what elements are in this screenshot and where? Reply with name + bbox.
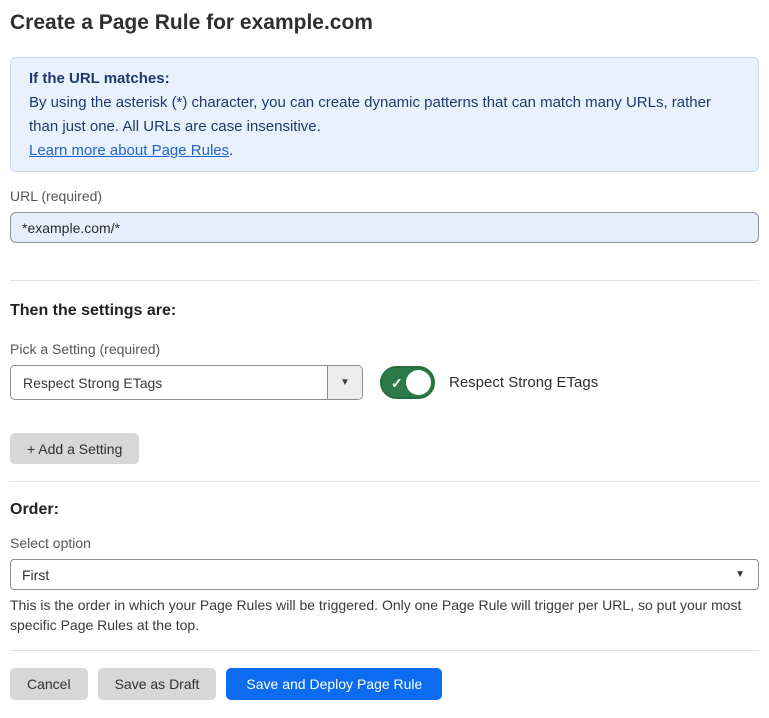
chevron-down-icon: ▼ [735,569,758,580]
order-select[interactable]: First ▼ [10,559,759,590]
url-field-label: URL (required) [10,188,759,205]
chevron-down-icon[interactable]: ▼ [327,366,362,399]
settings-section-heading: Then the settings are: [10,301,759,320]
order-section-heading: Order: [10,500,759,519]
etags-toggle[interactable]: ✓ [380,366,435,399]
info-box-heading: If the URL matches: [29,67,740,91]
order-select-label: Select option [10,535,759,552]
add-setting-button[interactable]: + Add a Setting [10,433,139,464]
url-match-info-box: If the URL matches: By using the asteris… [10,57,759,172]
pick-setting-label: Pick a Setting (required) [10,341,759,358]
order-select-value: First [11,567,735,583]
footer-actions: Cancel Save as Draft Save and Deploy Pag… [10,668,759,700]
check-icon: ✓ [391,376,403,390]
info-box-body: By using the asterisk (*) character, you… [29,91,740,139]
divider [10,481,759,482]
save-draft-button[interactable]: Save as Draft [98,668,217,700]
setting-select-value: Respect Strong ETags [11,375,327,391]
setting-row: Respect Strong ETags ▼ ✓ Respect Strong … [10,365,759,400]
link-suffix: . [229,142,233,159]
url-input[interactable] [10,212,759,243]
divider [10,280,759,281]
order-help-text: This is the order in which your Page Rul… [10,595,759,635]
page-title: Create a Page Rule for example.com [10,9,759,36]
info-box-link-line: Learn more about Page Rules. [29,139,740,163]
toggle-knob [406,370,431,395]
etags-toggle-label: Respect Strong ETags [449,374,598,391]
setting-select[interactable]: Respect Strong ETags ▼ [10,365,363,400]
cancel-button[interactable]: Cancel [10,668,88,700]
divider [10,650,759,651]
save-deploy-button[interactable]: Save and Deploy Page Rule [226,668,442,700]
create-page-rule-form: Create a Page Rule for example.com If th… [0,9,769,700]
learn-more-link[interactable]: Learn more about Page Rules [29,142,229,159]
